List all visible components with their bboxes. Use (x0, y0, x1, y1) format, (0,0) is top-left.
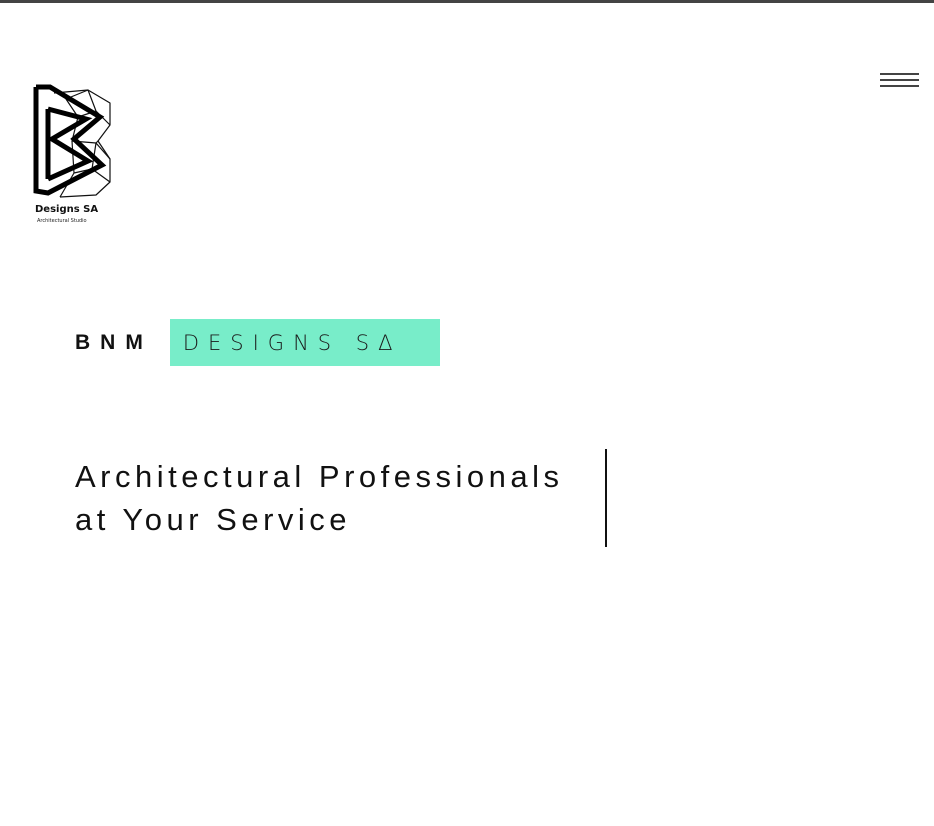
brand-prefix: BNM (75, 330, 153, 354)
headline-divider (605, 449, 607, 547)
headline-line-2: at Your Service (75, 502, 352, 537)
brand-heading: BNM DESIGNS SΔ (75, 319, 440, 366)
site-logo[interactable]: Designs SA Architectural Studio (30, 81, 120, 231)
bnm-logo-icon (33, 84, 111, 198)
page: Designs SA Architectural Studio BNM DESI… (0, 0, 934, 826)
hero-headline: Architectural Professionals at Your Serv… (75, 455, 605, 541)
logo-name: Designs SA (35, 204, 99, 215)
logo-tagline: Architectural Studio (37, 218, 87, 224)
menu-button[interactable] (880, 70, 920, 94)
brand-highlight: DESIGNS SΔ (169, 319, 440, 366)
headline-line-1: Architectural Professionals (75, 459, 564, 494)
